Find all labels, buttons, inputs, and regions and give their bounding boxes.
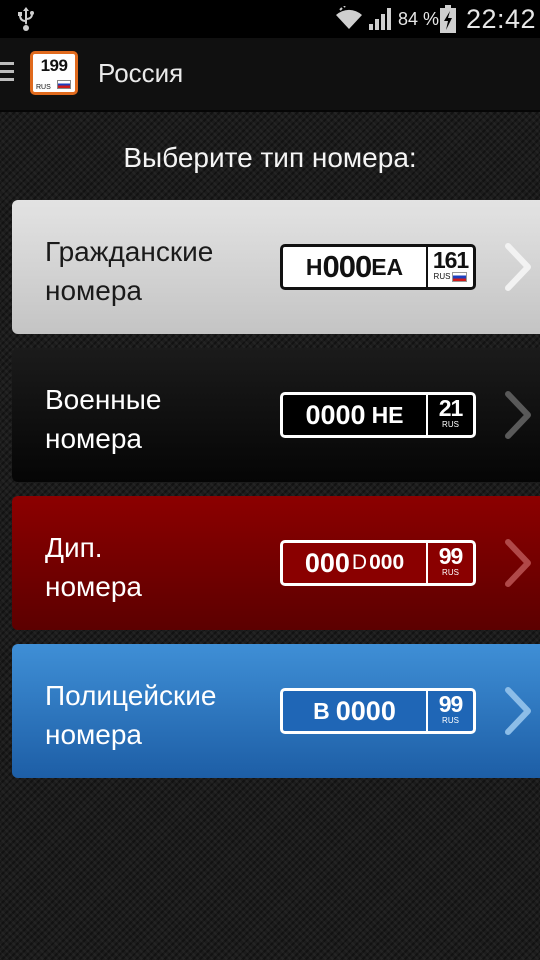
card-label: Военные номера [45,380,161,458]
russian-flag-icon [57,80,71,89]
card-label: Дип. номера [45,528,142,606]
region-number: 161 [432,247,469,273]
plate-preview-diplomatic: 000 D 000 99 RUS [280,540,476,586]
plate-main: В 0000 [283,691,426,731]
signal-icon [369,8,391,30]
plate-preview-civil: Н 000 ЕА 161 RUS [280,244,476,290]
chevron-right-icon [505,243,531,291]
card-label-line2: номера [45,719,143,750]
plate-digits: 000 [304,547,350,578]
region-rus: RUS [433,272,451,281]
card-police-plates[interactable]: Полицейские номера В 0000 99 RUS [12,644,540,778]
plate-letter: Н [305,253,323,280]
plate-region: 21 RUS [426,395,473,435]
chevron-right-icon [505,391,531,439]
card-label-line1: Дип. [45,532,103,563]
logo-number: 199 [40,56,68,75]
plate-letters: ЕА [371,253,404,280]
plate-region: 99 RUS [426,691,473,731]
region-rus: RUS [442,716,459,725]
usb-icon [18,7,34,31]
prompt-heading: Выберите тип номера: [123,142,417,173]
chevron-right-icon [505,539,531,587]
status-bar: 84 % 22:42 [0,0,540,38]
chevron-right-icon [505,687,531,735]
plate-letter: В [313,697,330,724]
card-label-line2: номера [45,423,143,454]
card-label-line1: Военные [45,384,162,415]
clock: 22:42 [466,4,537,34]
action-bar: 199 RUS Россия [0,38,540,112]
plate-preview-military: 0000 НЕ 21 RUS [280,392,476,438]
plate-letters: НЕ [371,401,404,428]
card-label-line1: Гражданские [45,236,214,267]
plate-digits-2: 000 [369,551,405,574]
region-number: 99 [438,543,464,569]
wifi-icon [336,6,362,29]
battery-percent: 84 % [398,9,440,29]
app-title[interactable]: Россия [98,58,183,89]
card-diplomatic-plates[interactable]: Дип. номера 000 D 000 99 RUS [12,496,540,630]
region-rus: RUS [442,568,459,577]
card-label: Полицейские номера [45,676,216,754]
plate-main: 0000 НЕ [283,395,426,435]
plate-digits: 0000 [305,399,366,430]
card-label-line2: номера [45,275,143,306]
menu-icon[interactable] [0,62,14,84]
region-number: 99 [438,691,464,717]
plate-region: 99 RUS [426,543,473,583]
card-civil-plates[interactable]: Гражданские номера Н 000 ЕА 161 RUS [12,200,540,334]
plate-digits: 0000 [335,695,396,726]
plate-letter: D [351,551,368,574]
plate-region: 161 RUS [426,247,473,287]
card-label-line1: Полицейские [45,680,217,711]
plate-main: 000 D 000 [283,543,426,583]
logo-rus: RUS [36,84,51,91]
card-military-plates[interactable]: Военные номера 0000 НЕ 21 RUS [12,348,540,482]
region-number: 21 [438,395,464,421]
card-label-line2: номера [45,571,143,602]
plate-digits: 000 [322,249,372,284]
region-rus: RUS [442,420,459,429]
russian-flag-icon [452,272,468,282]
card-label: Гражданские номера [45,232,213,310]
plate-preview-police: В 0000 99 RUS [280,688,476,734]
plate-main: Н 000 ЕА [283,247,426,287]
battery-charging-icon [440,5,456,33]
app-logo-icon[interactable]: 199 RUS [30,51,78,95]
